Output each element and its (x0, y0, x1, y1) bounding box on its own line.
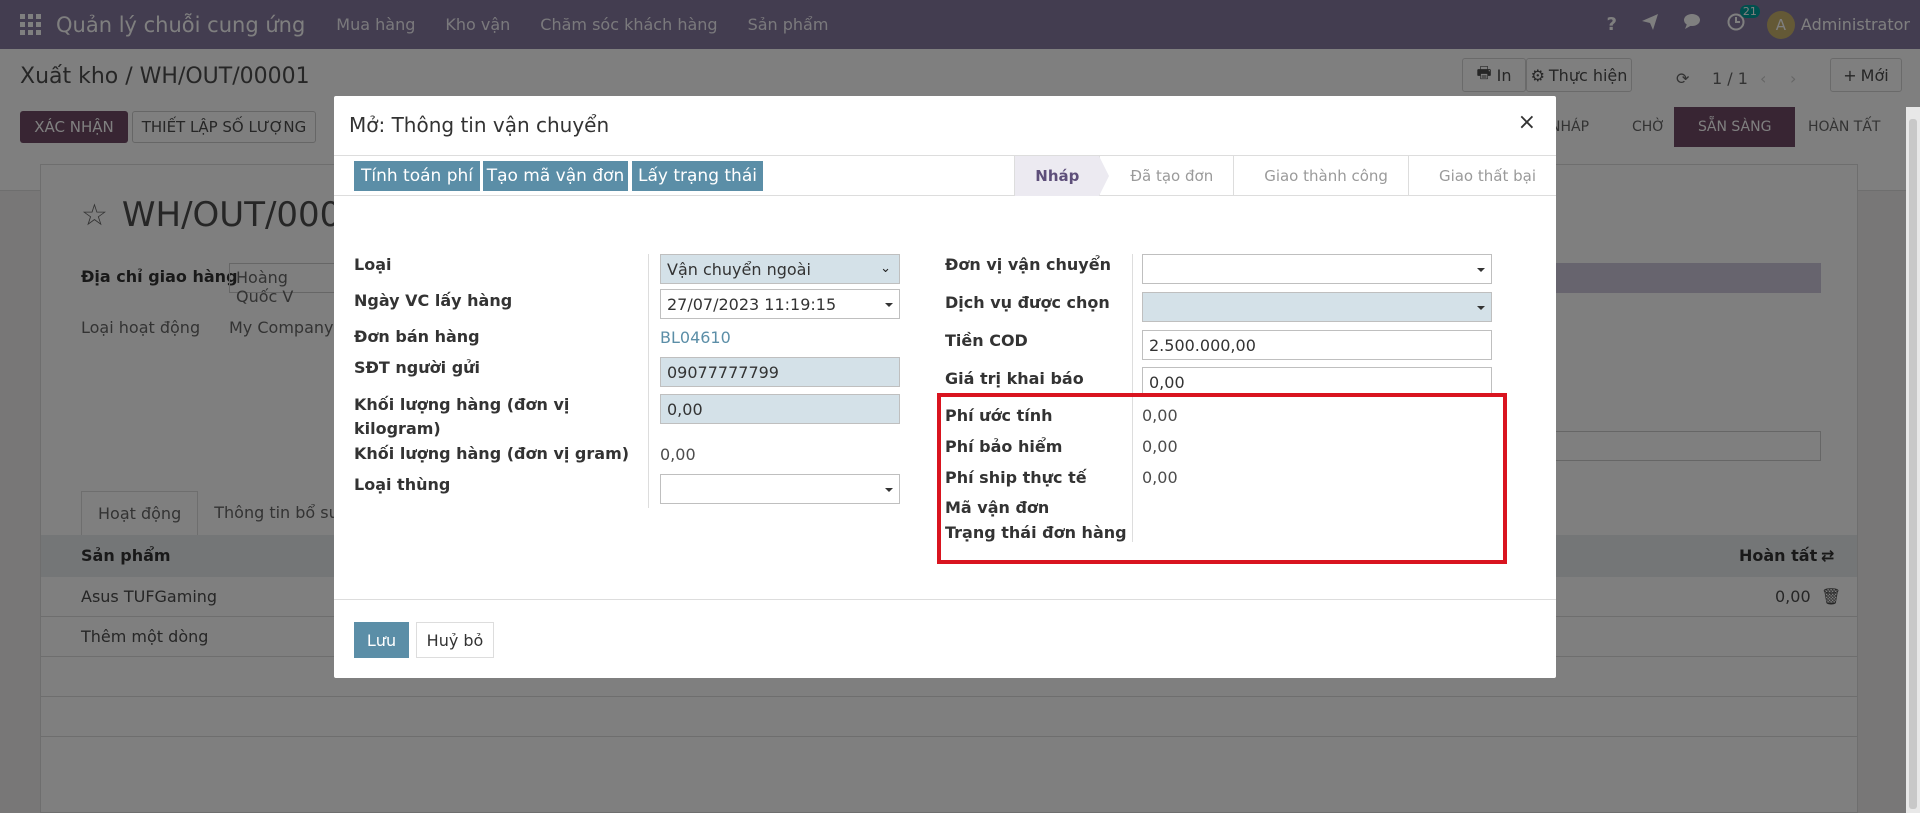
step-draft[interactable]: Nháp (1014, 156, 1110, 196)
sender-phone-label: SĐT người gửi (354, 358, 481, 377)
pickup-date-field[interactable]: 27/07/2023 11:19:15 (660, 289, 900, 319)
chevron-down-icon: ⌄ (880, 261, 891, 276)
create-tracking-button[interactable]: Tạo mã vận đơn (483, 161, 628, 191)
close-icon[interactable]: × (1518, 110, 1536, 135)
cod-field[interactable]: 2.500.000,00 (1142, 330, 1492, 360)
caret-down-icon (1477, 306, 1485, 310)
sender-phone-field[interactable]: 09077777799 (660, 357, 900, 387)
box-type-label: Loại thùng (354, 475, 451, 494)
step-chevron (1099, 156, 1110, 196)
page-scrollbar[interactable] (1906, 107, 1920, 813)
step-failed[interactable]: Giao thất bại (1407, 156, 1556, 196)
step-draft-label: Nháp (1035, 167, 1080, 185)
shipping-status-steps: Nháp Đã tạo đơn Giao thành công Giao thấ… (1014, 156, 1556, 196)
step-created[interactable]: Đã tạo đơn (1099, 156, 1233, 196)
caret-down-icon (885, 303, 893, 307)
modal-action-bar: Tính toán phí Tạo mã vận đơn Lấy trạng t… (334, 156, 1556, 196)
pickup-date-label: Ngày VC lấy hàng (354, 291, 513, 310)
cancel-button[interactable]: Huỷ bỏ (416, 622, 494, 658)
type-label: Loại (354, 255, 392, 274)
weight-g-value: 0,00 (660, 445, 696, 464)
declared-value-label: Giá trị khai báo (945, 369, 1084, 388)
get-status-button[interactable]: Lấy trạng thái (632, 161, 763, 191)
weight-kg-field[interactable]: 0,00 (660, 394, 900, 424)
modal-footer: Lưu Huỷ bỏ (334, 599, 1556, 678)
sale-order-label: Đơn bán hàng (354, 327, 480, 346)
left-column-separator (648, 254, 649, 508)
sale-order-link[interactable]: BL04610 (660, 328, 731, 347)
pickup-date-value: 27/07/2023 11:19:15 (667, 294, 837, 314)
weight-kg-label: Khối lượng hàng (đơn vị kilogram) (354, 395, 570, 438)
highlight-annotation-box (937, 393, 1507, 564)
box-type-field[interactable] (660, 474, 900, 504)
modal-title: Mở: Thông tin vận chuyển (349, 113, 610, 137)
save-button[interactable]: Lưu (354, 622, 409, 658)
weight-g-label: Khối lượng hàng (đơn vị gram) (354, 444, 630, 463)
type-select[interactable]: Vận chuyển ngoài ⌄ (660, 254, 900, 284)
step-delivered[interactable]: Giao thành công (1233, 156, 1408, 196)
service-field[interactable] (1142, 292, 1492, 322)
shipping-info-dialog: Mở: Thông tin vận chuyển × Tính toán phí… (334, 96, 1556, 678)
calculate-fee-button[interactable]: Tính toán phí (354, 161, 480, 191)
caret-down-icon (1477, 268, 1485, 272)
type-select-value: Vận chuyển ngoài (667, 259, 811, 279)
carrier-field[interactable] (1142, 254, 1492, 284)
carrier-label: Đơn vị vận chuyển (945, 255, 1111, 274)
caret-down-icon (885, 488, 893, 492)
modal-header: Mở: Thông tin vận chuyển × (334, 96, 1556, 156)
service-label: Dịch vụ được chọn (945, 293, 1110, 312)
cod-label: Tiền COD (945, 331, 1028, 350)
